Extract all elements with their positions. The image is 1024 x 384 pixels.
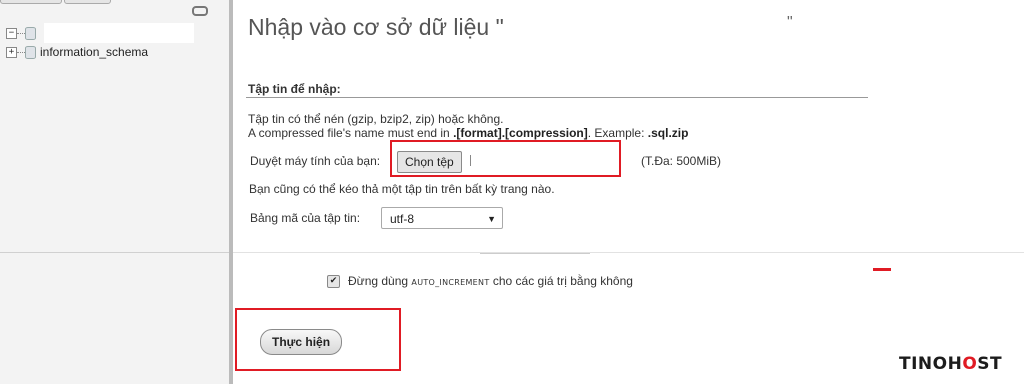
tree-item-information-schema[interactable]: + information_schema (6, 43, 148, 61)
auto-increment-code: AUTO_INCREMENT (411, 278, 490, 287)
highlight-box-go (235, 308, 401, 371)
brand-logo: TINOHOST (899, 354, 1002, 374)
chevron-down-icon: ▼ (487, 214, 496, 224)
navigation-panel: − + information_schema (0, 0, 229, 384)
tree-item-new[interactable]: − (6, 23, 194, 43)
format-note-prefix: A compressed file's name must end in (248, 126, 454, 140)
nav-top-button[interactable] (0, 0, 62, 4)
page-title-quote: " (787, 14, 793, 31)
nav-divider (0, 252, 229, 253)
tree-connector (17, 32, 25, 34)
brand-text-1: TINOH (899, 354, 963, 374)
database-icon (25, 45, 36, 59)
nav-top-buttons (0, 0, 120, 4)
auto-increment-checkbox[interactable]: ✔ (327, 275, 340, 288)
file-section-heading: Tập tin để nhập: (248, 82, 341, 96)
auto-increment-label: Đừng dùng AUTO_INCREMENT cho các giá trị… (348, 274, 633, 288)
format-note-pattern: .[format].[compression] (453, 126, 588, 140)
browse-label: Duyệt máy tính của bạn: (250, 154, 381, 168)
collapse-icon[interactable]: − (6, 27, 17, 39)
format-note-example: .sql.zip (647, 126, 689, 140)
screenshot-seam (233, 252, 1024, 253)
red-marker (873, 268, 891, 271)
link-icon[interactable] (192, 6, 208, 16)
faded-divider (480, 253, 590, 254)
drag-drop-note: Bạn cũng có thể kéo thả một tập tin trên… (249, 182, 555, 196)
format-note: A compressed file's name must end in .[f… (248, 126, 688, 140)
auto-increment-prefix: Đừng dùng (348, 274, 412, 288)
database-icon (25, 26, 36, 40)
charset-select[interactable]: utf-8 ▼ (381, 207, 503, 229)
tree-item-label[interactable]: information_schema (40, 45, 148, 59)
section-divider (246, 97, 868, 98)
format-note-mid: . Example: (587, 126, 648, 140)
tree-item-label[interactable] (44, 23, 194, 43)
charset-label: Bảng mã của tập tin: (250, 211, 361, 225)
expand-icon[interactable]: + (6, 46, 17, 58)
page-title: Nhập vào cơ sở dữ liệu " (248, 14, 504, 40)
charset-select-value: utf-8 (390, 212, 415, 226)
nav-top-button[interactable] (64, 0, 111, 4)
brand-text-2: ST (977, 354, 1003, 374)
highlight-box-file (390, 140, 621, 177)
nav-resize-handle[interactable] (229, 0, 233, 384)
auto-increment-suffix: cho các giá trị bằng không (489, 274, 633, 288)
compression-note: Tập tin có thể nén (gzip, bzip2, zip) ho… (248, 112, 504, 126)
brand-text-o: O (962, 354, 978, 374)
tree-connector (17, 51, 25, 53)
max-size-note: (T.Đa: 500MiB) (641, 154, 722, 168)
